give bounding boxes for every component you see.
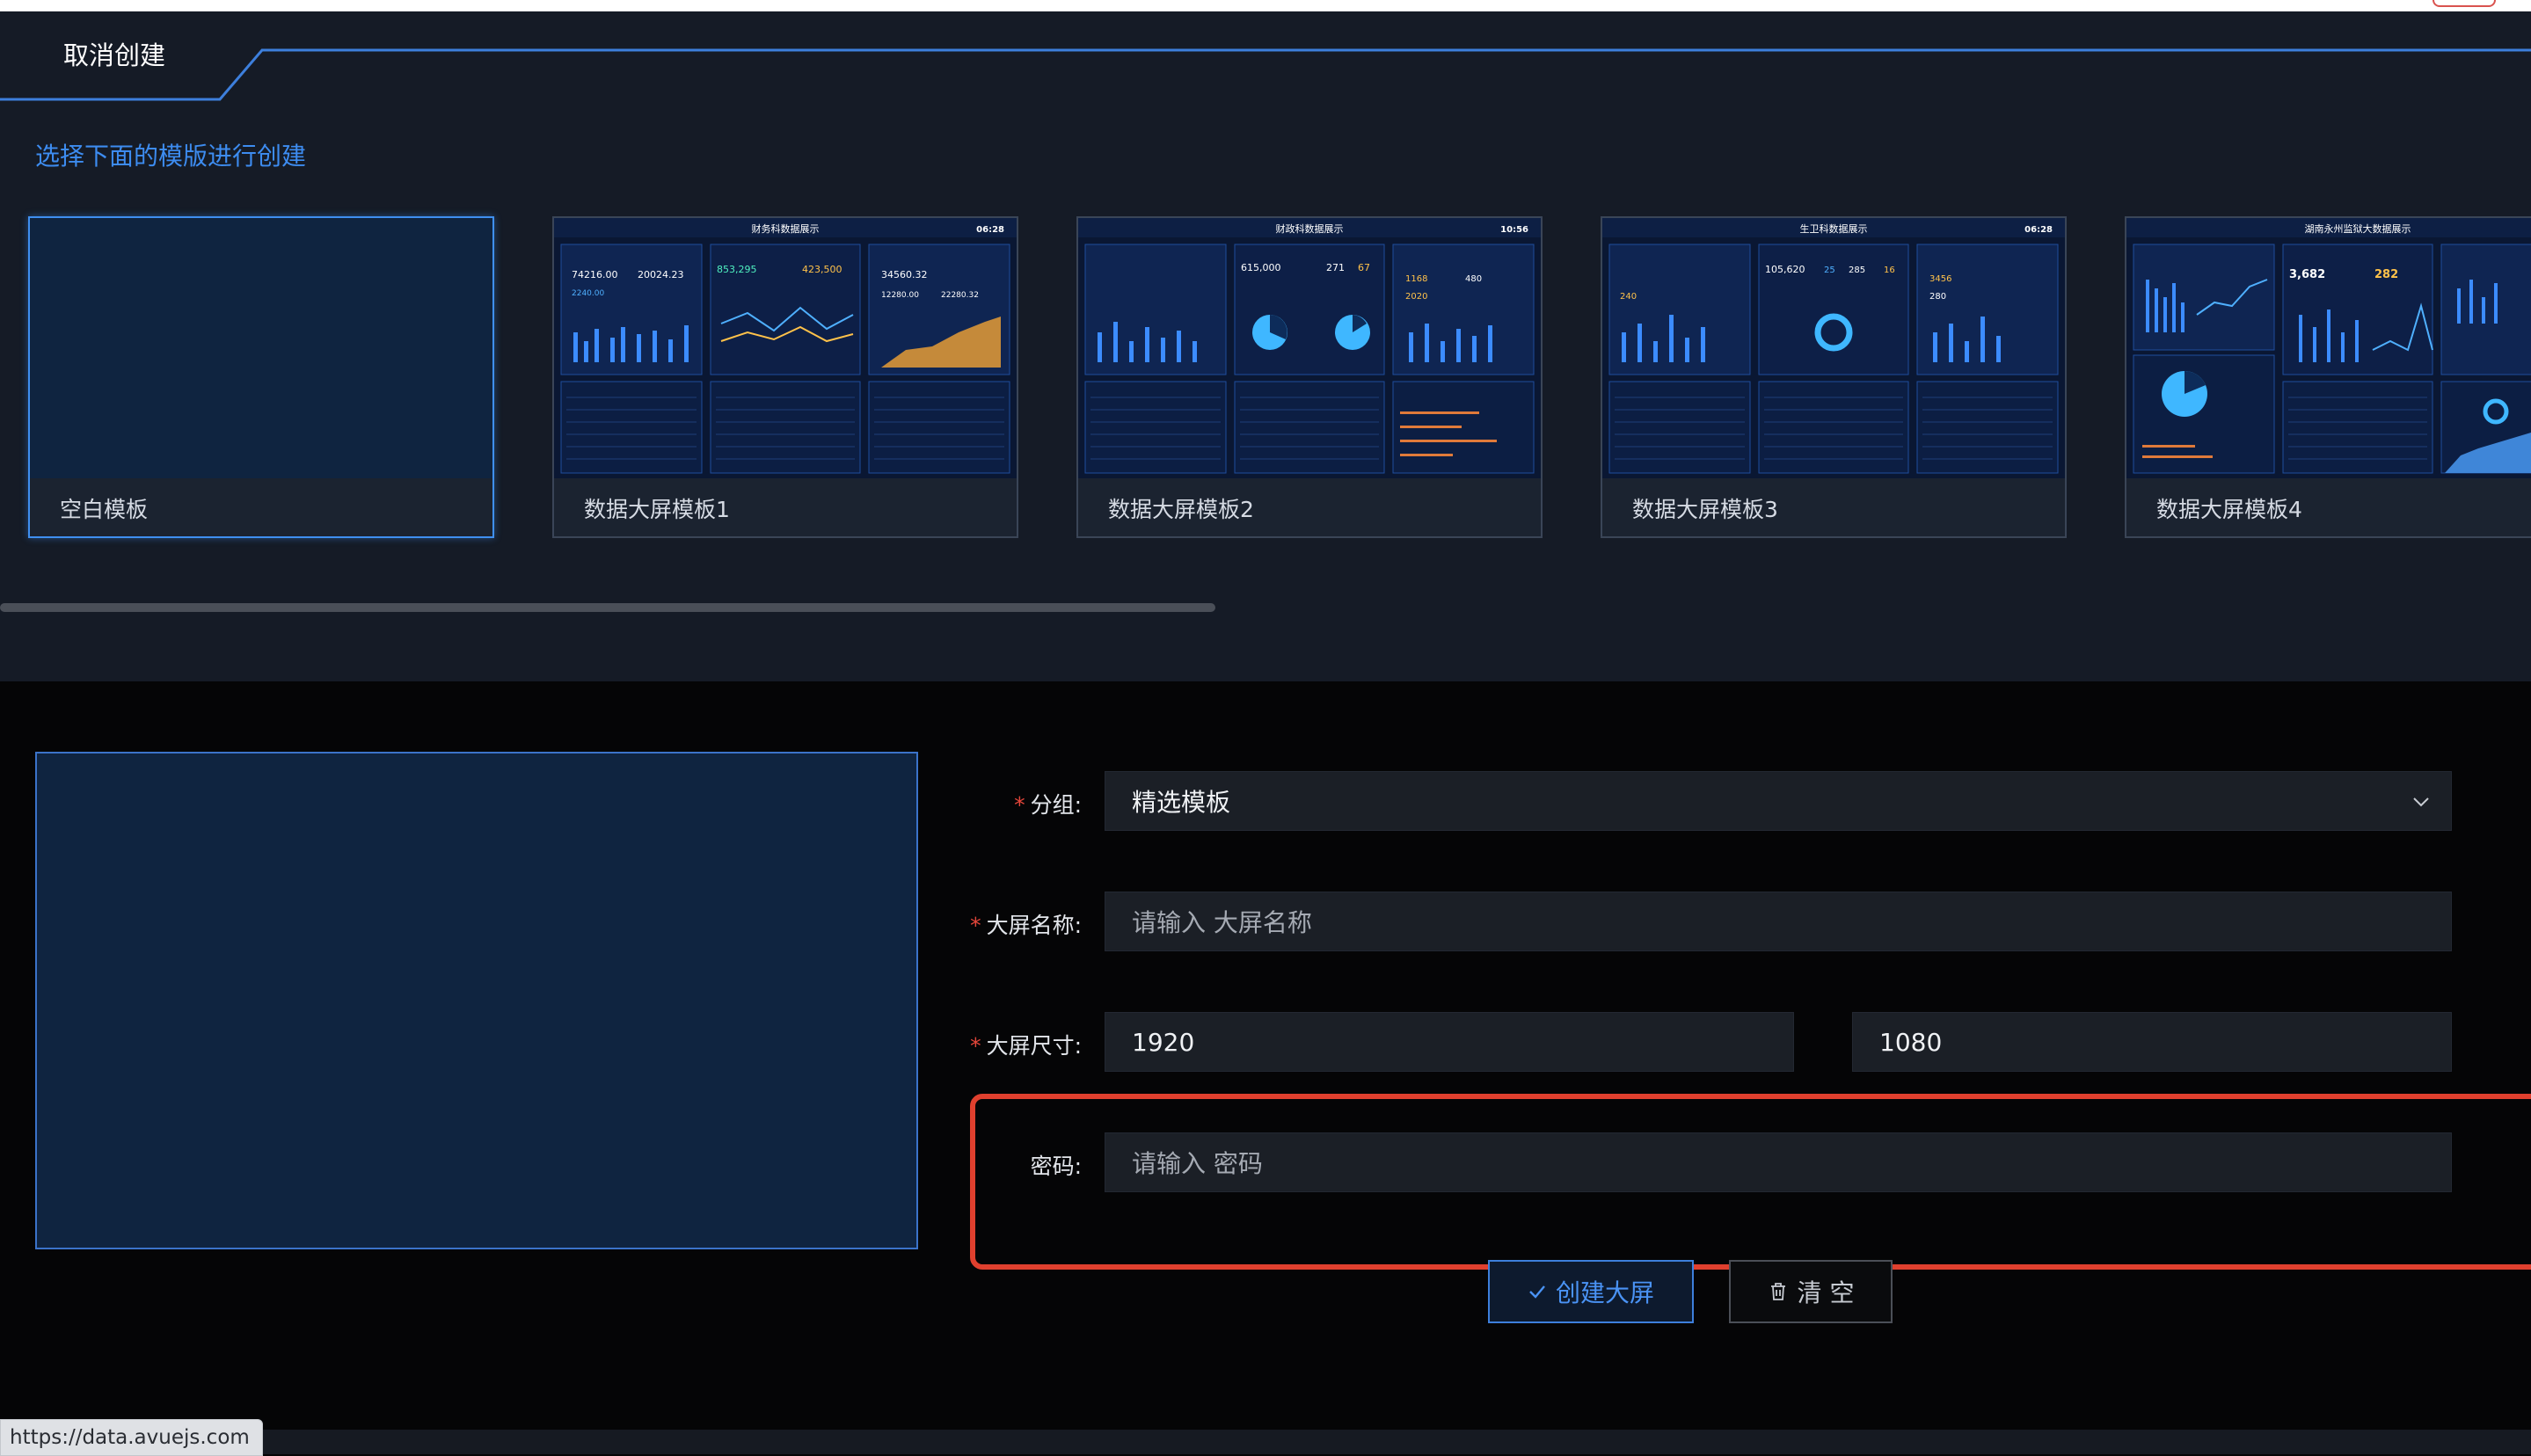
template-card-3[interactable]: 生卫科数据展示 06:28 105,620 25 285 16 3456 280… [1601, 216, 2067, 538]
required-mark: * [1014, 792, 1025, 818]
name-input[interactable]: 请输入 大屏名称 [1105, 892, 2452, 951]
clear-button[interactable]: 清 空 [1729, 1260, 1893, 1323]
template-thumbnail: 湖南永州监狱大数据展示 3,682 282 [2126, 218, 2531, 478]
create-screen-button[interactable]: 创建大屏 [1488, 1260, 1694, 1323]
horizontal-scrollbar[interactable] [0, 603, 1215, 612]
width-input[interactable]: 1920 [1105, 1012, 1794, 1072]
thumb-number: 480 [1465, 274, 1482, 284]
browser-top-strip [0, 0, 2531, 11]
corner-tag [2433, 0, 2496, 7]
height-input[interactable]: 1080 [1852, 1012, 2452, 1072]
thumb-number: 105,620 [1765, 264, 1805, 275]
thumb-title: 财政科数据展示 [1276, 222, 1344, 235]
thumb-number: 271 [1326, 262, 1345, 273]
thumb-title: 生卫科数据展示 [1800, 222, 1868, 235]
thumb-number: 2020 [1405, 292, 1427, 302]
thumb-number: 280 [1929, 292, 1946, 302]
thumb-number: 853,295 [717, 264, 757, 275]
required-mark: * [970, 1033, 981, 1059]
thumb-time: 10:56 [1500, 225, 1528, 235]
name-label: * 大屏名称: [970, 913, 1082, 938]
thumb-number: 3,682 [2289, 268, 2325, 281]
thumb-number: 423,500 [802, 264, 842, 275]
group-label: * 分组: [1014, 792, 1082, 818]
group-select[interactable]: 精选模板 [1105, 771, 2452, 831]
check-icon [1529, 1285, 1545, 1299]
create-button-label: 创建大屏 [1555, 1278, 1654, 1307]
preview-canvas [35, 752, 918, 1249]
template-card-4[interactable]: 湖南永州监狱大数据展示 3,682 282 数据大屏模板4 [2125, 216, 2531, 538]
thumb-number: 16 [1884, 266, 1895, 275]
thumb-number: 3456 [1929, 274, 1951, 284]
clear-button-label: 清 空 [1797, 1278, 1855, 1307]
thumb-number: 22280.32 [941, 291, 979, 300]
annotation-highlight-box [970, 1094, 2531, 1270]
thumb-number: 74216.00 [572, 269, 618, 280]
section-title: 选择下面的模版进行创建 [35, 142, 307, 171]
tab-outline [0, 48, 2531, 103]
chevron-down-icon [2413, 797, 2429, 807]
size-label: * 大屏尺寸: [970, 1033, 1082, 1059]
trash-icon [1770, 1283, 1785, 1300]
thumb-number: 2240.00 [572, 289, 604, 298]
template-thumbnail [30, 218, 492, 478]
template-label: 数据大屏模板4 [2156, 497, 2302, 522]
thumb-time: 06:28 [2024, 225, 2053, 235]
thumb-number: 282 [2374, 268, 2398, 281]
thumb-time: 06:28 [976, 225, 1004, 235]
bottom-bar [0, 1430, 2531, 1454]
cancel-create-tab[interactable]: 取消创建 [63, 35, 165, 72]
thumb-number: 67 [1358, 262, 1370, 273]
template-thumbnail: 生卫科数据展示 06:28 105,620 25 285 16 3456 280… [1602, 218, 2065, 478]
thumb-title: 湖南永州监狱大数据展示 [2305, 222, 2411, 235]
thumb-number: 285 [1849, 266, 1865, 275]
template-label: 空白模板 [60, 497, 149, 522]
required-mark: * [970, 913, 981, 938]
template-label: 数据大屏模板2 [1108, 497, 1254, 522]
group-select-value: 精选模板 [1132, 788, 1231, 817]
thumb-number: 20024.23 [638, 269, 684, 280]
status-bar-url: https://data.avuejs.com [0, 1419, 263, 1456]
template-label: 数据大屏模板1 [584, 497, 730, 522]
thumb-number: 12280.00 [881, 291, 919, 300]
thumb-number: 240 [1620, 292, 1637, 302]
thumb-title: 财务科数据展示 [752, 222, 820, 235]
template-card-2[interactable]: 财政科数据展示 10:56 615,000 271 67 1168 2020 4… [1076, 216, 1543, 538]
template-card-1[interactable]: 财务科数据展示 06:28 74216.00 20024.23 853,295 … [552, 216, 1018, 538]
template-card-blank[interactable]: 空白模板 [28, 216, 494, 538]
thumb-number: 34560.32 [881, 269, 928, 280]
template-thumbnail: 财政科数据展示 10:56 615,000 271 67 1168 2020 4… [1078, 218, 1541, 478]
thumb-number: 25 [1824, 266, 1835, 275]
thumb-number: 1168 [1405, 274, 1427, 284]
thumb-number: 615,000 [1241, 262, 1281, 273]
template-label: 数据大屏模板3 [1632, 497, 1778, 522]
template-thumbnail: 财务科数据展示 06:28 74216.00 20024.23 853,295 … [554, 218, 1017, 478]
